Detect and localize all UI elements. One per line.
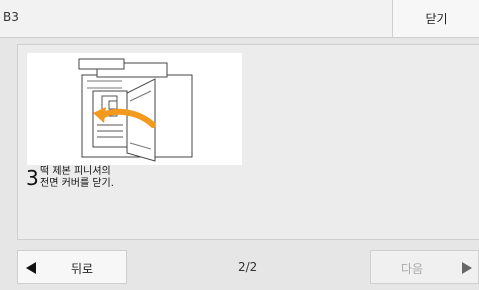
screen-title: B3 <box>3 10 19 24</box>
back-arrow-icon <box>26 262 36 274</box>
next-button-label: 다음 <box>401 262 424 276</box>
step-number: 3 <box>26 166 39 190</box>
back-button[interactable]: 뒤로 <box>17 250 127 284</box>
close-button[interactable]: 닫기 <box>392 0 479 37</box>
next-button[interactable]: 다음 <box>370 250 479 284</box>
instruction-panel: 3 떡 제본 피니셔의 전면 커버를 닫기. <box>17 44 479 240</box>
page-indicator: 2/2 <box>238 260 258 274</box>
finisher-illustration <box>27 53 242 165</box>
next-arrow-icon <box>462 262 472 274</box>
step-instruction-line-1: 떡 제본 피니셔의 <box>40 166 111 177</box>
step-instruction: 떡 제본 피니셔의 전면 커버를 닫기. <box>40 166 114 190</box>
header-bar: B3 닫기 <box>0 0 479 38</box>
step-instruction-line-2: 전면 커버를 닫기. <box>40 178 114 189</box>
back-button-label: 뒤로 <box>71 262 94 276</box>
footer-bar: 뒤로 2/2 다음 <box>0 246 479 290</box>
